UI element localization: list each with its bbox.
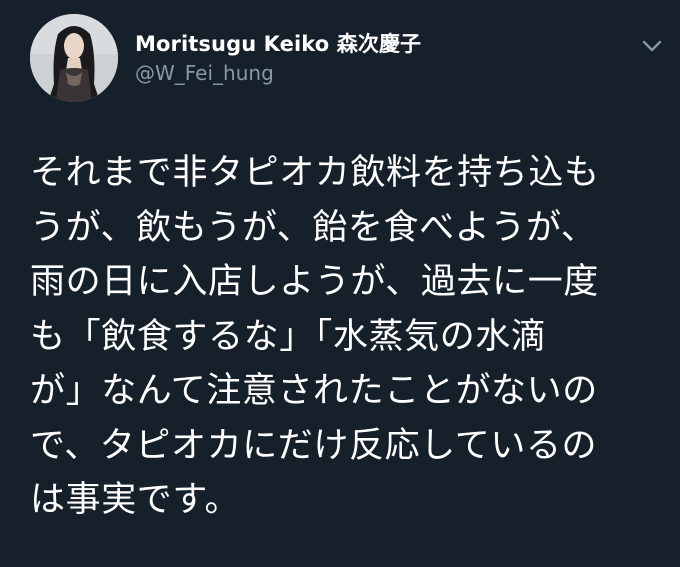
tweet-line: も「飲食するな」「水蒸気の水滴 <box>30 316 547 357</box>
profile-photo-icon <box>30 14 118 102</box>
tweet-line: 雨の日に入店しようが、過去に一度 <box>30 262 599 302</box>
tweet-line: は事実です。 <box>30 480 241 520</box>
user-handle[interactable]: @W_Fei_hung <box>135 61 274 85</box>
tweet-card: Moritsugu Keiko 森次慶子 @W_Fei_hung それまで非タピ… <box>0 0 680 567</box>
tweet-text: それまで非タピオカ飲料を持ち込も うが、飲もうが、飴を食べようが、 雨の日に入店しよ… <box>30 146 670 528</box>
tweet-line: それまで非タピオカ飲料を持ち込も <box>30 153 600 193</box>
tweet-line: うが、飲もうが、飴を食べようが、 <box>30 207 597 248</box>
tweet-line: で、タピオカにだけ反応しているの <box>30 425 598 466</box>
avatar[interactable] <box>30 14 118 102</box>
tweet-line: が」なんて注意されたことがないの <box>30 371 598 411</box>
chevron-down-icon[interactable] <box>640 36 664 56</box>
display-name[interactable]: Moritsugu Keiko 森次慶子 <box>135 28 421 58</box>
